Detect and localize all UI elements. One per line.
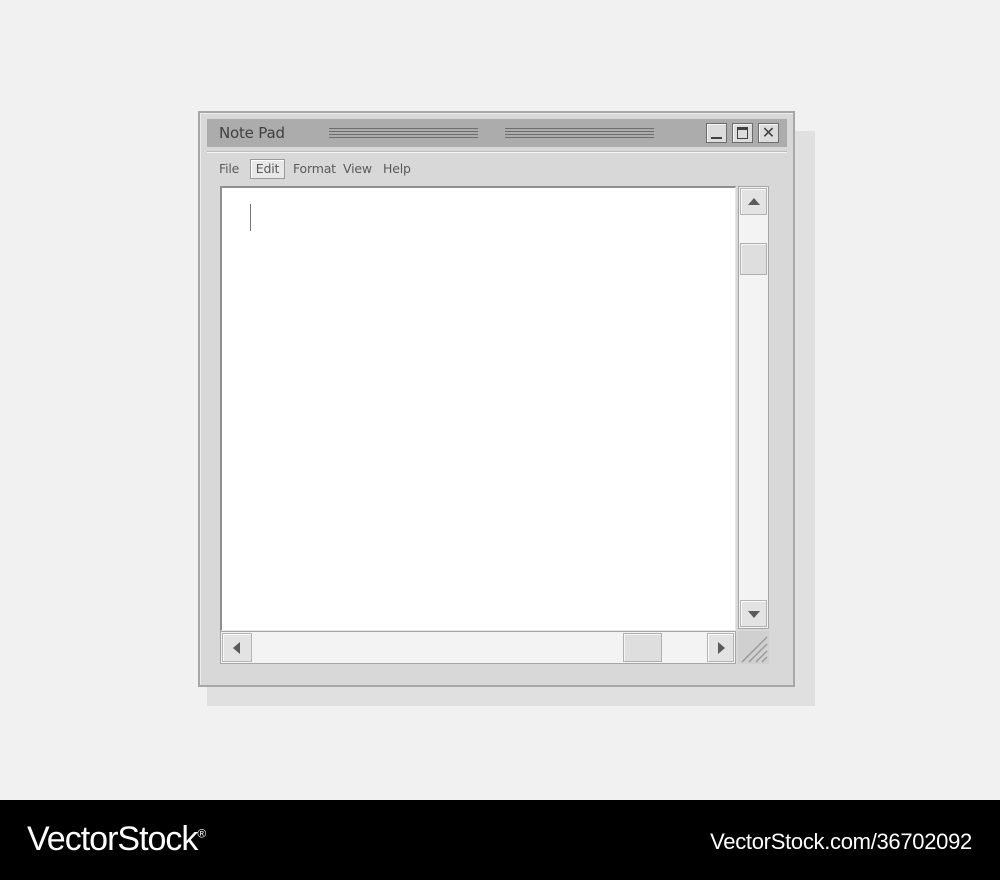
scroll-left-button[interactable]: [222, 633, 252, 662]
resize-grip-icon[interactable]: [738, 631, 769, 664]
notepad-window: Note Pad ✕ File Edit Format View Help: [198, 111, 795, 687]
close-button[interactable]: ✕: [758, 123, 779, 143]
watermark-url: VectorStock.com/36702092: [710, 829, 972, 854]
menu-format[interactable]: Format: [293, 159, 336, 179]
minimize-button[interactable]: [706, 123, 727, 143]
arrow-down-icon: [748, 611, 760, 618]
title-divider: [207, 151, 787, 153]
scroll-right-button[interactable]: [707, 633, 734, 662]
watermark-brand-text: VectorStock: [27, 820, 198, 858]
text-caret: [250, 204, 251, 231]
menu-file[interactable]: File: [219, 159, 239, 179]
registered-mark: ®: [197, 826, 206, 841]
minimize-icon: [711, 137, 722, 139]
arrow-left-icon: [233, 642, 240, 654]
title-grip-lines-right: [505, 128, 654, 139]
maximize-icon: [737, 127, 748, 139]
maximize-button[interactable]: [732, 123, 753, 143]
menu-bar: File Edit Format View Help: [200, 156, 780, 182]
vertical-scrollbar[interactable]: [738, 186, 769, 629]
text-editor[interactable]: [220, 186, 736, 631]
horizontal-scrollbar[interactable]: [220, 631, 736, 664]
scroll-up-button[interactable]: [740, 188, 767, 215]
title-bar[interactable]: Note Pad ✕: [207, 119, 787, 147]
arrow-right-icon: [718, 642, 725, 654]
watermark-bar: VectorStock® VectorStock.com/36702092: [0, 800, 1000, 880]
title-grip-lines-left: [329, 128, 478, 139]
vertical-scroll-thumb[interactable]: [740, 243, 767, 275]
menu-help[interactable]: Help: [383, 159, 411, 179]
horizontal-scroll-thumb[interactable]: [623, 633, 662, 662]
scroll-down-button[interactable]: [740, 600, 767, 627]
window-title: Note Pad: [219, 124, 285, 142]
menu-edit[interactable]: Edit: [250, 159, 285, 179]
arrow-up-icon: [748, 198, 760, 205]
close-icon: ✕: [761, 123, 776, 142]
menu-view[interactable]: View: [343, 159, 372, 179]
watermark-brand: VectorStock®: [27, 820, 206, 859]
